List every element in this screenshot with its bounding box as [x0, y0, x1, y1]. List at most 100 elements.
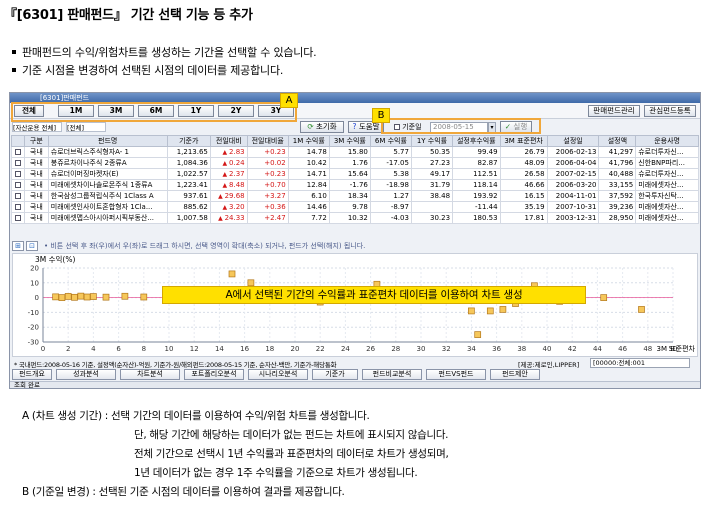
interest-fund-button[interactable]: 관심펀드등록 [644, 105, 696, 117]
table-cell: 1.76 [328, 157, 371, 169]
column-header[interactable]: 설정일 [546, 135, 600, 147]
table-row[interactable]: 국내 슈로더브릭스주식형자A- 1 1,213.65 ▲ 2.83 +0.23 14.78… [11, 146, 699, 158]
data-point [58, 294, 66, 301]
table-cell: 26.79 [499, 146, 548, 158]
table-cell: 16.15 [499, 190, 548, 202]
table-cell: 27.23 [410, 157, 454, 169]
row-checkbox[interactable] [14, 215, 21, 221]
table-cell: 50.35 [410, 146, 454, 158]
x-tick-label: 34 [467, 345, 476, 353]
row-checkbox[interactable] [14, 171, 21, 177]
change-value: 8.48 [229, 181, 245, 189]
table-cell: 14.78 [287, 146, 330, 158]
chart-select-icon[interactable]: ⊡ [26, 241, 38, 251]
row-select-cell[interactable] [11, 179, 25, 191]
scatter-chart[interactable]: 20100-10-20-300 2 4 6 8 10 12 14 16 18 20 22 24 26 28 3… [13, 254, 697, 356]
reset-label: 초기화 [315, 122, 337, 131]
x-tick-label: 26 [366, 345, 375, 353]
tab-fund-overview[interactable]: 펀드개요 [12, 369, 52, 380]
data-point [64, 293, 72, 300]
tab-nav[interactable]: 기준가 [312, 369, 358, 380]
column-header[interactable]: 3M 표준편차 [499, 135, 548, 147]
tab-fund-proposal[interactable]: 펀드제안 [490, 369, 540, 380]
table-cell: ▲ 29.68 [209, 190, 248, 202]
x-tick-label: 6 [116, 345, 121, 353]
tab-performance[interactable]: 성과분석 [56, 369, 116, 380]
row-select-cell[interactable] [11, 212, 25, 224]
table-cell: +3.27 [246, 190, 289, 202]
change-value: 2.37 [229, 170, 245, 178]
table-row[interactable]: 국내 미래에셋차이나솔로몬주식 1종류A 1,223.41 ▲ 8.48 +0.70 12… [11, 179, 699, 191]
bullet-item-2: 기준 시점을 변경하여 선택된 시점의 데이터를 제공합니다. [12, 62, 283, 78]
column-header[interactable]: 1Y 수익률 [410, 135, 454, 147]
x-tick-label: 38 [517, 345, 526, 353]
table-cell [410, 201, 454, 213]
column-header[interactable]: 설정후수익률 [452, 135, 501, 147]
table-cell: -8.97 [369, 201, 412, 213]
row-select-cell[interactable] [11, 157, 25, 169]
table-cell: 28,950 [598, 212, 637, 224]
row-select-cell[interactable] [11, 168, 25, 180]
table-cell: ▲ 0.24 [209, 157, 248, 169]
tab-fund-compare[interactable]: 펀드비교분석 [362, 369, 422, 380]
y-tick-label: -20 [28, 324, 39, 332]
table-cell: 14.71 [287, 168, 330, 180]
row-checkbox[interactable] [14, 160, 21, 166]
data-point [468, 307, 475, 315]
table-cell: +2.47 [246, 212, 289, 224]
column-header[interactable]: 운용사명 [635, 135, 699, 147]
tab-fund-vs-fund[interactable]: 펀드VS펀드 [426, 369, 486, 380]
tab-portfolio[interactable]: 포트폴리오분석 [184, 369, 244, 380]
tab-scenario[interactable]: 시나리오분석 [248, 369, 308, 380]
table-cell: 37,592 [598, 190, 637, 202]
table-cell: 30.23 [410, 212, 454, 224]
fund-window: [6301]판매펀드 전체 1M 3M 6M 1Y 2Y 3Y 판매펀드관리 관… [9, 92, 701, 389]
column-header[interactable]: 구분 [23, 135, 49, 147]
bullet-text: 판매펀드의 수익/위험차트를 생성하는 기간을 선택할 수 있습니다. [22, 46, 317, 59]
row-checkbox[interactable] [14, 149, 21, 155]
x-tick-label: 42 [568, 345, 577, 353]
table-cell: 2006-04-04 [546, 157, 600, 169]
row-select-cell[interactable] [11, 190, 25, 202]
table-row[interactable]: 국내 슈로더이머징마켓자(E) 1,022.57 ▲ 2.37 +0.23 14.71 15… [11, 168, 699, 180]
table-row[interactable]: 국내 한국삼성그룹적립식주식 1Class A 937.61 ▲ 29.68 +3.27… [11, 190, 699, 202]
column-header[interactable]: 펀드명 [47, 135, 168, 147]
column-header[interactable]: 전일대비 [209, 135, 248, 147]
select-column-header [11, 135, 25, 147]
column-header[interactable]: 1M 수익률 [287, 135, 330, 147]
row-select-cell[interactable] [11, 201, 25, 213]
row-checkbox[interactable] [14, 193, 21, 199]
row-select-cell[interactable] [11, 146, 25, 158]
bullet-item-1: 판매펀드의 수익/위험차트를 생성하는 기간을 선택할 수 있습니다. [12, 44, 317, 60]
x-axis-label: 3M 표준편차 [657, 344, 696, 353]
column-header[interactable]: 전일대비율 [246, 135, 289, 147]
desc-a: A (차트 생성 기간) : 선택 기간의 데이터를 이용하여 수익/위험 차트… [22, 410, 370, 422]
table-row[interactable]: 국내 미래에셋맵스아시아퍼시픽부동산... 1,007.58 ▲ 24.33 +2.47… [11, 212, 699, 224]
data-point [600, 294, 608, 301]
x-tick-label: 40 [543, 345, 552, 353]
data-point [52, 293, 59, 301]
fund-combo[interactable]: [00000:전체:001 [590, 358, 690, 368]
table-cell: ▲ 24.33 [209, 212, 248, 224]
column-header[interactable]: 설정액 [598, 135, 637, 147]
filter-asset-combo[interactable]: [자산운용 전체] [12, 122, 62, 132]
chart-area[interactable]: 20 10 0 -10 -20 -30 0 2 4 6 8 10 12 14 16 18 20 22 24 26 28 3… [12, 253, 698, 357]
tab-chart-analysis[interactable]: 차트분석 [120, 369, 180, 380]
table-row[interactable]: 국내 미래에셋인사이트혼합형자 1Cla... 885.62 ▲ 3.20 +0.36 1… [11, 201, 699, 213]
filter-type-combo[interactable]: [전체] [66, 122, 106, 132]
column-header[interactable]: 6M 수익률 [369, 135, 412, 147]
table-cell: -18.98 [369, 179, 412, 191]
table-cell: 미래에셋맵스아시아퍼시픽부동산... [47, 212, 168, 224]
reset-button[interactable]: ⟳ 초기화 [300, 121, 344, 133]
row-checkbox[interactable] [14, 204, 21, 210]
fund-manage-button[interactable]: 판매펀드관리 [588, 105, 640, 117]
table-cell: 31.79 [410, 179, 454, 191]
chart-zoom-icon[interactable]: ⊞ [12, 241, 24, 251]
column-header[interactable]: 3M 수익률 [328, 135, 371, 147]
desc-a-note1: 단, 해당 기간에 해당하는 데이터가 없는 펀드는 차트에 표시되지 않습니다… [134, 429, 449, 441]
row-checkbox[interactable] [14, 182, 21, 188]
x-tick-label: 2 [66, 345, 70, 353]
column-header[interactable]: 기준가 [166, 135, 211, 147]
table-cell: +0.23 [246, 146, 289, 158]
table-row[interactable]: 국내 봉쥬르차이나주식 2종류A 1,084.36 ▲ 0.24 +0.02 10.42 1… [11, 157, 699, 169]
